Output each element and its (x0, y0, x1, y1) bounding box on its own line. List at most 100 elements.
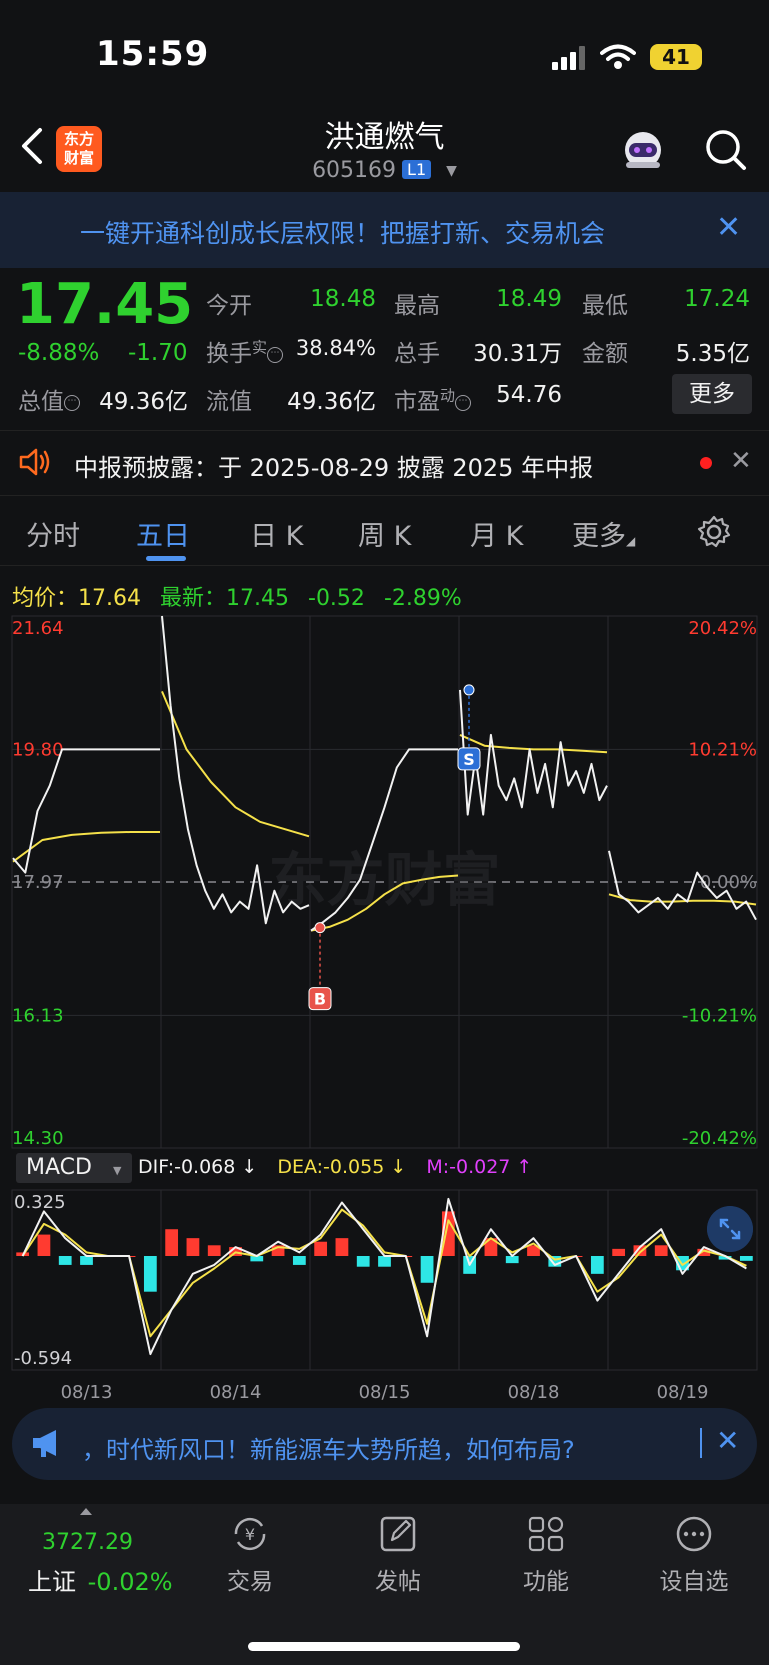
avg-price-line (161, 691, 310, 838)
y-tick-right: -10.21% (682, 1005, 757, 1026)
macd-histogram-bar (505, 1255, 519, 1264)
unread-dot (700, 457, 712, 469)
nav-add-watchlist[interactable]: 设自选 (644, 1514, 744, 1596)
y-tick-right: 10.21% (688, 739, 757, 760)
price-line (459, 689, 608, 816)
x-tick-label: 08/13 (61, 1382, 113, 1402)
x-tick-label: 08/18 (508, 1382, 560, 1402)
tab-daily-k[interactable]: 日 K (250, 514, 303, 553)
open-value: 18.48 (310, 286, 376, 312)
level-badge: L1 (402, 160, 432, 179)
amount-label: 金额 (582, 341, 628, 367)
high-value: 18.49 (496, 286, 562, 312)
macd-dif: DIF:-0.068 ↓ (138, 1156, 258, 1178)
mcap-label-text: 总值 (18, 389, 64, 415)
tab-weekly-k[interactable]: 周 K (358, 514, 411, 553)
robot-assistant-icon[interactable] (620, 128, 666, 174)
macd-histogram-bar (37, 1234, 51, 1256)
expand-up-icon[interactable] (80, 1508, 92, 1515)
ad-text[interactable]: ，时代新风口！新能源车大势所趋，如何布局? (82, 1430, 575, 1465)
macd-label: MACD (26, 1155, 92, 1180)
sell-badge-label: S (463, 750, 475, 769)
nav-functions[interactable]: 功能 (496, 1514, 596, 1596)
notice-text[interactable]: 中报预披露：于 2025-08-29 披露 2025 年中报 (74, 448, 593, 483)
more-button[interactable]: 更多 (672, 374, 752, 414)
volume-label: 总手 (394, 341, 440, 367)
macd-histogram-bar (739, 1255, 753, 1261)
ad-close-button[interactable]: ✕ (716, 1424, 739, 1457)
notice-close-button[interactable]: ✕ (730, 446, 752, 476)
search-icon[interactable] (702, 126, 750, 174)
avg-label: 均价： (12, 586, 79, 611)
tab-monthly-k[interactable]: 月 K (470, 514, 523, 553)
tab-five-day[interactable]: 五日 (136, 514, 190, 553)
latest-value: 17.45 (226, 586, 289, 611)
tab-more[interactable]: 更多◢ (572, 514, 635, 553)
chart-summary: 均价：17.64 最新：17.45 -0.52 -2.89% (12, 580, 462, 612)
stock-code: 605169 (312, 158, 397, 183)
nav-trade-label: 交易 (227, 1569, 273, 1595)
nav-functions-label: 功能 (523, 1569, 569, 1595)
x-tick-label: 08/14 (210, 1382, 262, 1402)
promo-text[interactable]: 一键开通科创成长层权限！把握打新、交易机会 (80, 214, 605, 250)
diff-value: -0.52 (308, 586, 365, 611)
index-change: -0.02% (87, 1568, 173, 1596)
svg-text:¥: ¥ (245, 1525, 255, 1544)
macd-histogram-bar (356, 1255, 370, 1267)
gear-icon[interactable] (696, 514, 732, 550)
index-widget[interactable]: 上证 -0.02% (28, 1562, 173, 1597)
macd-dif-line (21, 1197, 747, 1356)
amount-value: 5.35亿 (675, 341, 750, 367)
pe-sup: 动 (440, 386, 456, 405)
five-day-chart[interactable]: 东方财富 21.64 19.80 17.97 16.13 14.30 20.42% 10.21… (0, 612, 769, 1402)
tabs-divider (0, 565, 769, 566)
info-icon[interactable]: ⋯ (64, 395, 80, 411)
low-label: 最低 (582, 293, 628, 319)
promo-close-button[interactable]: ✕ (716, 210, 741, 245)
tab-more-label: 更多 (572, 521, 626, 552)
more-dots-icon (676, 1516, 712, 1552)
macd-histogram-bar (207, 1245, 221, 1256)
macd-histogram-bar (314, 1241, 328, 1256)
macd-histogram-bar (292, 1255, 306, 1265)
nav-post[interactable]: 发帖 (348, 1514, 448, 1596)
macd-histogram-bar (186, 1238, 200, 1256)
grid-icon (528, 1516, 564, 1552)
mcap-label: 总值 ⋯ (18, 382, 80, 416)
macd-dea-line (21, 1208, 747, 1338)
tab-intraday[interactable]: 分时 (26, 514, 80, 553)
info-icon[interactable]: ⋯ (267, 347, 284, 363)
y-tick-left: 19.80 (12, 739, 64, 760)
macd-histogram-bar (420, 1255, 434, 1283)
ad-divider (700, 1428, 702, 1458)
macd-frame (11, 1189, 758, 1371)
y-tick-left: 14.30 (12, 1128, 64, 1149)
nav-post-label: 发帖 (375, 1569, 421, 1595)
macd-histogram-bar (590, 1255, 604, 1274)
macd-indicator-selector[interactable]: MACD ▼ (16, 1153, 132, 1183)
open-label: 今开 (206, 293, 252, 319)
high-label: 最高 (394, 293, 440, 319)
speaker-icon (19, 448, 50, 476)
mcap-value: 49.36亿 (99, 389, 188, 415)
macd-histogram-bar (143, 1255, 157, 1292)
index-value[interactable]: 3727.29 (42, 1530, 133, 1555)
wifi-icon (600, 44, 636, 69)
caret-down-icon: ▼ (446, 163, 457, 179)
float-value: 49.36亿 (287, 389, 376, 415)
change-percent: -8.88% (18, 340, 100, 366)
nav-trade[interactable]: ¥ 交易 (200, 1514, 300, 1596)
float-label: 流值 (206, 389, 252, 415)
x-tick-label: 08/15 (359, 1382, 411, 1402)
battery-indicator: 41 (650, 44, 702, 70)
info-icon[interactable]: ⋯ (455, 395, 472, 411)
current-price: 17.45 (16, 272, 194, 337)
nav-add-watchlist-label: 设自选 (659, 1569, 729, 1595)
diff-pct: -2.89% (383, 586, 462, 611)
expand-icon[interactable] (707, 1206, 753, 1252)
pe-label-text: 市盈 (394, 389, 440, 415)
turnover-label: 换手实 ⋯ (206, 334, 284, 368)
buy-point (314, 922, 326, 934)
active-tab-indicator (146, 556, 186, 561)
macd-values: DIF:-0.068 ↓ DEA:-0.055 ↓ M:-0.027 ↑ (138, 1156, 532, 1178)
